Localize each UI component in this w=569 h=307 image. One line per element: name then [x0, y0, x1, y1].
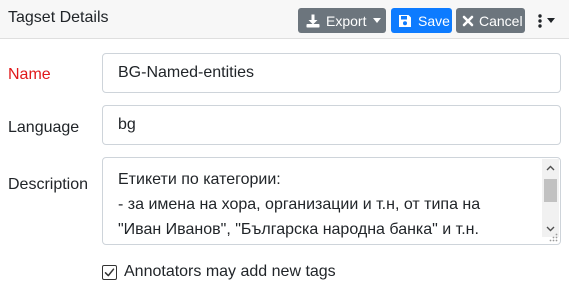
- language-label: Language: [8, 119, 80, 136]
- export-button[interactable]: Export: [298, 8, 386, 33]
- annotators-add-tags-option[interactable]: Annotators may add new tags: [102, 262, 336, 282]
- scroll-up-arrow-icon[interactable]: [542, 159, 559, 176]
- textarea-scrollbar[interactable]: [542, 159, 559, 237]
- scrollbar-thumb[interactable]: [544, 179, 557, 202]
- name-label: Name: [8, 66, 51, 83]
- description-label: Description: [8, 176, 89, 193]
- vertical-dots-icon: [537, 13, 542, 28]
- language-input[interactable]: bg: [102, 105, 561, 145]
- export-label: Export: [326, 12, 367, 29]
- floppy-disk-icon: [399, 14, 411, 27]
- annotators-add-tags-checkbox[interactable]: [102, 264, 117, 280]
- annotators-add-tags-label: Annotators may add new tags: [124, 263, 336, 280]
- x-icon: [462, 15, 474, 26]
- save-label: Save: [418, 12, 450, 29]
- checkmark-icon: [104, 267, 115, 276]
- name-input[interactable]: BG-Named-entities: [102, 53, 561, 93]
- resize-grip-icon[interactable]: [548, 232, 558, 242]
- download-icon: [306, 14, 320, 27]
- cancel-label: Cancel: [479, 12, 523, 29]
- chevron-down-icon: [546, 18, 555, 23]
- save-button[interactable]: Save: [391, 8, 452, 33]
- chevron-down-icon: [373, 18, 382, 23]
- description-textarea[interactable]: Етикети по категории: - за имена на хора…: [102, 157, 561, 245]
- panel-title: Tagset Details: [8, 9, 109, 26]
- description-text: Етикети по категории: - за имена на хора…: [118, 171, 481, 238]
- more-options-button[interactable]: [531, 8, 561, 33]
- cancel-button[interactable]: Cancel: [456, 8, 525, 33]
- panel-header: Tagset Details Export Save Cancel: [0, 0, 569, 39]
